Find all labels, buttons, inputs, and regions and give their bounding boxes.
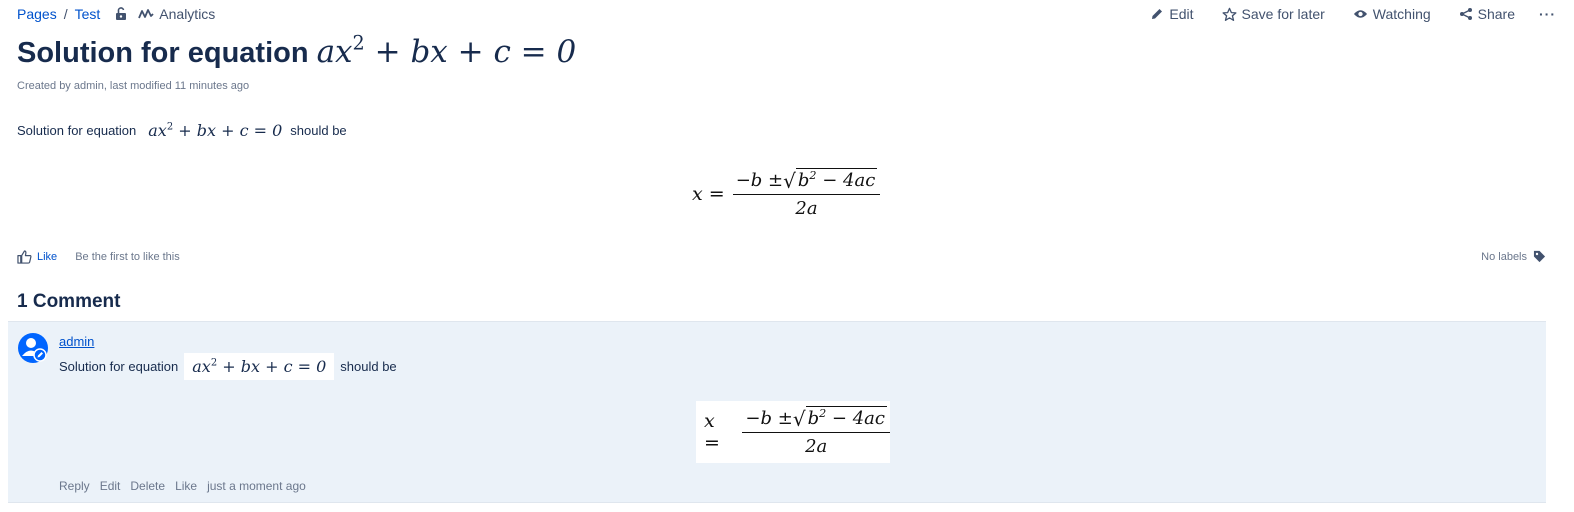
breadcrumb-separator: / [63, 6, 68, 22]
comment-inline-equation: ax2 + bx + c = 0 [184, 353, 335, 380]
more-actions-button[interactable]: ··· [1539, 6, 1556, 22]
breadcrumb: Pages / Test Analytics [17, 6, 215, 22]
comment-formula-lhs: x = [704, 409, 720, 454]
comment-text-before: Solution for equation [59, 359, 179, 374]
title-math-rest: + bx + c = 0 [364, 34, 577, 70]
title-math-ax: ax [316, 34, 353, 70]
formula-lhs: x = [692, 182, 725, 205]
comment-math-ax: ax [192, 357, 211, 376]
save-for-later-button[interactable]: Save for later [1222, 6, 1325, 22]
reply-button[interactable]: Reply [59, 479, 90, 493]
labels-text: No labels [1481, 250, 1527, 263]
share-icon [1459, 8, 1472, 20]
tag-icon [1533, 250, 1546, 263]
radicand-rest: − 4ac [816, 170, 876, 191]
body-paragraph: Solution for equation ax2 + bx + c = 0 s… [17, 121, 347, 140]
comment-formula-denominator: 2a [805, 436, 828, 457]
comment-text-after: should be [340, 359, 397, 374]
inline-math-rest: + bx + c = 0 [173, 121, 283, 140]
analytics-link[interactable]: Analytics [138, 6, 215, 22]
edit-label: Edit [1169, 6, 1194, 22]
comment-item: admin Solution for equation ax2 + bx + c… [8, 321, 1546, 503]
save-label: Save for later [1241, 6, 1325, 22]
labels-area[interactable]: No labels [1481, 250, 1546, 263]
top-bar: Pages / Test Analytics Edit Save for lat… [0, 0, 1574, 30]
paragraph-text-after: should be [290, 123, 347, 138]
quadratic-formula: x = −b ± √ b2 − 4ac 2a [692, 168, 881, 219]
avatar[interactable] [18, 333, 48, 363]
title-math-exponent: 2 [352, 31, 365, 55]
edit-button[interactable]: Edit [1150, 6, 1194, 22]
edit-comment-button[interactable]: Edit [100, 479, 121, 493]
comment-radicand-rest: − 4ac [826, 408, 885, 429]
page-title-text: Solution for equation [17, 37, 309, 69]
like-comment-button[interactable]: Like [175, 479, 197, 493]
comment-actions: Reply Edit Delete Like just a moment ago [59, 479, 316, 493]
star-icon [1222, 7, 1237, 21]
sqrt-sign: √ [783, 169, 796, 193]
comment-timestamp: just a moment ago [207, 479, 306, 493]
formula-fraction: −b ± √ b2 − 4ac 2a [732, 168, 881, 219]
comment-radicand: b2 − 4ac [805, 406, 887, 429]
analytics-icon [138, 9, 154, 19]
radicand-b: b [797, 170, 810, 191]
numerator-left: −b ± [735, 170, 784, 191]
inline-equation: ax2 + bx + c = 0 [148, 121, 282, 140]
paragraph-text-before: Solution for equation [17, 123, 137, 138]
watching-button[interactable]: Watching [1353, 6, 1431, 22]
comment-math-rest: + bx + c = 0 [217, 357, 327, 376]
pencil-icon [1152, 9, 1163, 19]
like-label: Like [37, 251, 58, 263]
comment-radicand-b: b [807, 408, 820, 429]
user-avatar-icon [22, 338, 47, 362]
share-button[interactable]: Share [1459, 6, 1515, 22]
formula-denominator: 2a [795, 198, 818, 219]
comment-paragraph: Solution for equation ax2 + bx + c = 0 s… [59, 353, 397, 380]
watching-label: Watching [1372, 6, 1431, 22]
comments-heading: 1 Comment [17, 291, 121, 312]
thumbs-up-icon [17, 250, 32, 264]
page-meta: Created by admin, last modified 11 minut… [17, 80, 250, 92]
comment-numerator-left: −b ± [745, 408, 793, 429]
breadcrumb-pages[interactable]: Pages [17, 6, 57, 22]
comment-quadratic-formula: x = −b ± √ b2 − 4ac 2a [704, 406, 890, 457]
title-equation: ax2 + bx + c = 0 [316, 31, 577, 70]
unlock-icon[interactable] [114, 7, 128, 21]
share-label: Share [1477, 6, 1515, 22]
analytics-label: Analytics [159, 6, 216, 22]
inline-math-ax: ax [148, 121, 167, 140]
eye-icon [1353, 10, 1367, 18]
likes-bar: Like Be the first to like this [17, 250, 180, 264]
radicand: b2 − 4ac [795, 168, 878, 191]
breadcrumb-test[interactable]: Test [75, 6, 101, 22]
comment-formula-numerator: −b ± √ b2 − 4ac [742, 406, 890, 432]
radicand-exponent: 2 [809, 168, 817, 182]
like-button[interactable]: Like [17, 250, 57, 264]
likes-summary: Be the first to like this [75, 251, 180, 263]
comment-formula-fraction: −b ± √ b2 − 4ac 2a [742, 406, 890, 457]
page-title: Solution for equation ax2 + bx + c = 0 [17, 31, 577, 70]
comment-sqrt-sign: √ [792, 407, 806, 431]
comment-formula-box: x = −b ± √ b2 − 4ac 2a [696, 401, 890, 463]
comment-author[interactable]: admin [59, 334, 94, 349]
square-root: √ b2 − 4ac [783, 168, 878, 193]
formula-numerator: −b ± √ b2 − 4ac [733, 168, 881, 194]
delete-comment-button[interactable]: Delete [130, 479, 165, 493]
page-actions: Edit Save for later Watching Share ··· [1122, 6, 1556, 22]
comment-square-root: √ b2 − 4ac [793, 406, 887, 429]
